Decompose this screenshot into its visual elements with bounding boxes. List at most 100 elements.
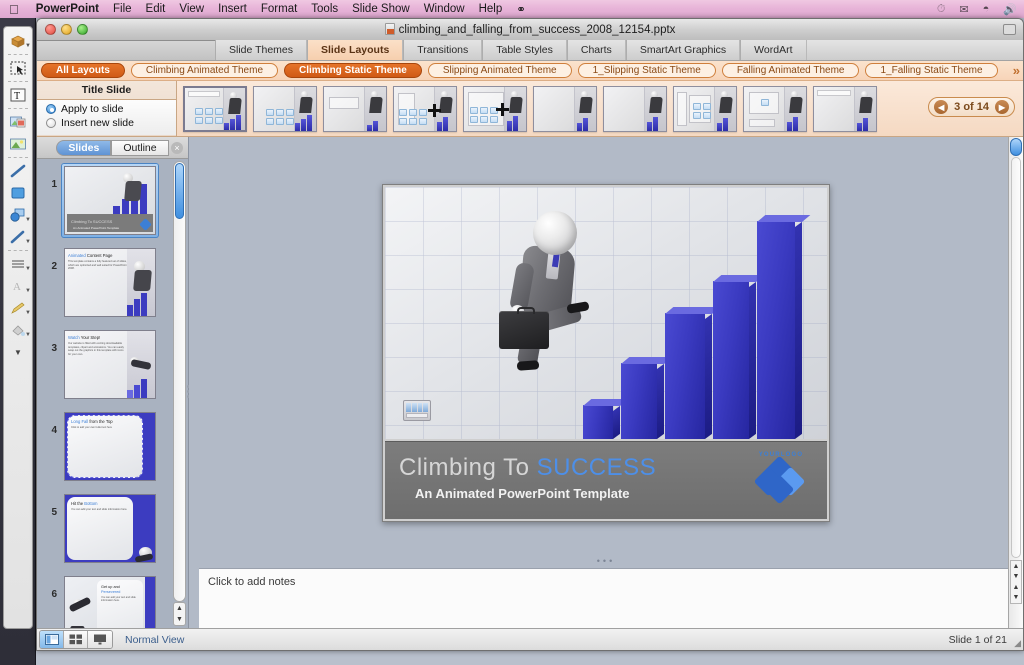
theme-pill-climbing-animated[interactable]: Climbing Animated Theme xyxy=(130,63,279,78)
layout-thumb-blank[interactable] xyxy=(603,85,667,132)
close-button[interactable] xyxy=(45,24,56,35)
scrollbar-track[interactable] xyxy=(1011,157,1021,558)
slide-thumbnail-list[interactable]: 1 Climbing To SUCCESS An Animated PowerP… xyxy=(37,159,188,628)
clock-icon[interactable]: ⏱ xyxy=(930,3,953,16)
view-switcher[interactable] xyxy=(39,630,113,649)
minimize-button[interactable] xyxy=(61,24,72,35)
scrollbar-thumb[interactable] xyxy=(1010,138,1022,156)
layout-thumb-title-only[interactable] xyxy=(533,85,597,132)
arrow-line-tool[interactable]: ▼ xyxy=(4,226,32,248)
chevron-down-icon[interactable]: ▼ xyxy=(25,239,31,245)
menu-item-format[interactable]: Format xyxy=(254,3,304,15)
list-item[interactable]: 4 Long Fall from the Top Click to add yo… xyxy=(43,409,188,484)
chevron-down-icon[interactable]: ▼ xyxy=(25,266,31,272)
fill-tool[interactable]: ▼ xyxy=(4,319,32,341)
script-menu-icon[interactable]: ⚭ xyxy=(509,2,533,16)
chevron-down-icon[interactable]: ▼ xyxy=(25,43,31,49)
slide-title-band[interactable]: Climbing To SUCCESS An Animated PowerPoi… xyxy=(385,440,827,519)
menu-item-help[interactable]: Help xyxy=(472,3,510,15)
notes-pane[interactable]: Click to add notes xyxy=(199,568,1009,628)
slides-panel-scrollbar[interactable] xyxy=(173,161,186,602)
editor-vertical-scrollbar[interactable]: ▲ ▼ ▲ ▼ xyxy=(1008,137,1023,628)
chevron-down-icon[interactable]: ▼ xyxy=(25,217,31,223)
slide-thumb-wrap[interactable]: Hit the Bottom You can add your text and… xyxy=(61,491,159,566)
tab-slide-themes[interactable]: Slide Themes xyxy=(215,40,308,60)
tab-charts[interactable]: Charts xyxy=(566,40,626,60)
slide-thumb-wrap[interactable]: Long Fall from the Top Click to add your… xyxy=(61,409,159,484)
layout-thumb-two-content[interactable] xyxy=(393,85,457,132)
tab-table-styles[interactable]: Table Styles xyxy=(482,40,567,60)
menu-item-file[interactable]: File xyxy=(106,3,139,15)
slide-stage[interactable]: Climbing To SUCCESS An Animated PowerPoi… xyxy=(189,137,1023,568)
chevron-right-icon[interactable]: ▶ xyxy=(995,100,1009,114)
slide-thumb-wrap[interactable]: Animated Content Page This template cont… xyxy=(61,245,159,320)
tab-wordart[interactable]: WordArt xyxy=(740,40,807,60)
menu-item-slide-show[interactable]: Slide Show xyxy=(345,3,417,15)
layout-thumb-picture-with-caption[interactable] xyxy=(743,85,807,132)
tab-slides[interactable]: Slides xyxy=(56,139,112,156)
slide-show-view-button[interactable] xyxy=(88,631,112,648)
apple-logo-icon[interactable]:  xyxy=(0,3,29,16)
zoom-button[interactable] xyxy=(77,24,88,35)
font-color-tool[interactable]: A ▼ xyxy=(4,275,32,297)
menu-item-powerpoint[interactable]: PowerPoint xyxy=(29,3,106,15)
chevron-down-icon[interactable]: ▼ xyxy=(25,288,31,294)
slide-thumbnail[interactable]: Get up and Persevered You can add your t… xyxy=(64,576,156,628)
list-item[interactable]: 1 Climbing To SUCCESS An Animated PowerP… xyxy=(43,163,188,238)
window-resize-grip[interactable]: ◢ xyxy=(1014,638,1021,649)
normal-view-button[interactable] xyxy=(40,631,64,648)
layout-thumb-comparison[interactable] xyxy=(463,85,527,132)
slide-sorter-view-button[interactable] xyxy=(64,631,88,648)
toolbar-toggle-button[interactable] xyxy=(1003,24,1016,35)
previous-slide-icon[interactable]: ▲ xyxy=(1013,563,1020,570)
more-tools-button[interactable]: ▼ xyxy=(4,341,32,363)
list-item[interactable]: 2 Animated Content Page This template co… xyxy=(43,245,188,320)
slide-thumbnail[interactable]: Climbing To SUCCESS An Animated PowerPoi… xyxy=(64,166,156,235)
theme-pill-falling-animated[interactable]: Falling Animated Theme xyxy=(721,63,860,78)
close-panel-icon[interactable]: × xyxy=(171,141,183,154)
layout-thumbnail-strip[interactable] xyxy=(177,81,1023,136)
line-tool[interactable] xyxy=(4,160,32,182)
layout-thumb-title-slide[interactable] xyxy=(183,85,247,132)
layout-thumb-title-and-vertical-text[interactable] xyxy=(813,85,877,132)
radio-apply-to-slide[interactable] xyxy=(46,104,56,114)
scroll-up-icon[interactable]: ▲ xyxy=(176,605,183,612)
menu-item-insert[interactable]: Insert xyxy=(211,3,254,15)
next-slide-icon[interactable]: ▼ xyxy=(1013,573,1020,580)
layout-thumb-title-and-content[interactable] xyxy=(253,85,317,132)
slides-panel-scroll-arrows[interactable]: ▲ ▼ xyxy=(173,602,186,626)
tab-transitions[interactable]: Transitions xyxy=(403,40,483,60)
theme-pill-all-layouts[interactable]: All Layouts xyxy=(41,63,125,78)
theme-pill-slipping-static[interactable]: 1_Slipping Static Theme xyxy=(577,63,716,78)
slide-thumbnail[interactable]: Long Fall from the Top Click to add your… xyxy=(64,412,156,481)
bluetooth-icon[interactable]: ✉ xyxy=(952,3,975,16)
chevron-down-icon[interactable]: ▼ xyxy=(25,332,31,338)
scroll-up-icon[interactable]: ▲ xyxy=(1013,584,1020,591)
slide-nav-buttons[interactable]: ▲ ▼ ▲ ▼ xyxy=(1010,560,1022,604)
slide-thumb-wrap[interactable]: Climbing To SUCCESS An Animated PowerPoi… xyxy=(61,163,159,238)
filmstrip-badge-icon[interactable] xyxy=(403,399,431,421)
wifi-icon[interactable]: ◓ xyxy=(976,3,997,15)
menu-item-window[interactable]: Window xyxy=(417,3,472,15)
rectangle-tool[interactable] xyxy=(4,182,32,204)
chevron-left-icon[interactable]: ◀ xyxy=(934,100,949,114)
pen-tool[interactable]: ▼ xyxy=(4,297,32,319)
slide-thumbnail[interactable]: Watch Your Step! Our website is filled w… xyxy=(64,330,156,399)
theme-pill-slipping-animated[interactable]: Slipping Animated Theme xyxy=(427,63,572,78)
current-slide[interactable]: Climbing To SUCCESS An Animated PowerPoi… xyxy=(382,183,830,522)
list-item[interactable]: 6 Get up and Persevered You can add your… xyxy=(43,573,188,628)
text-box-tool[interactable]: T xyxy=(4,84,32,106)
scrollbar-thumb[interactable] xyxy=(175,163,184,219)
volume-icon[interactable]: 🔊 xyxy=(996,3,1024,16)
picture-tool[interactable] xyxy=(4,111,32,133)
option-apply-to-slide[interactable]: Apply to slide xyxy=(46,103,176,115)
menu-item-view[interactable]: View xyxy=(172,3,211,15)
radio-insert-new-slide[interactable] xyxy=(46,118,56,128)
slide-thumbnail[interactable]: Hit the Bottom You can add your text and… xyxy=(64,494,156,563)
list-item[interactable]: 3 Watch Your Step! Our website is filled… xyxy=(43,327,188,402)
selection-marquee-tool[interactable] xyxy=(4,57,32,79)
double-chevron-right-icon[interactable]: » xyxy=(1013,63,1020,78)
theme-pill-falling-static[interactable]: 1_Falling Static Theme xyxy=(865,63,998,78)
list-item[interactable]: 5 Hit the Bottom You can add your text a… xyxy=(43,491,188,566)
media-tool[interactable] xyxy=(4,133,32,155)
